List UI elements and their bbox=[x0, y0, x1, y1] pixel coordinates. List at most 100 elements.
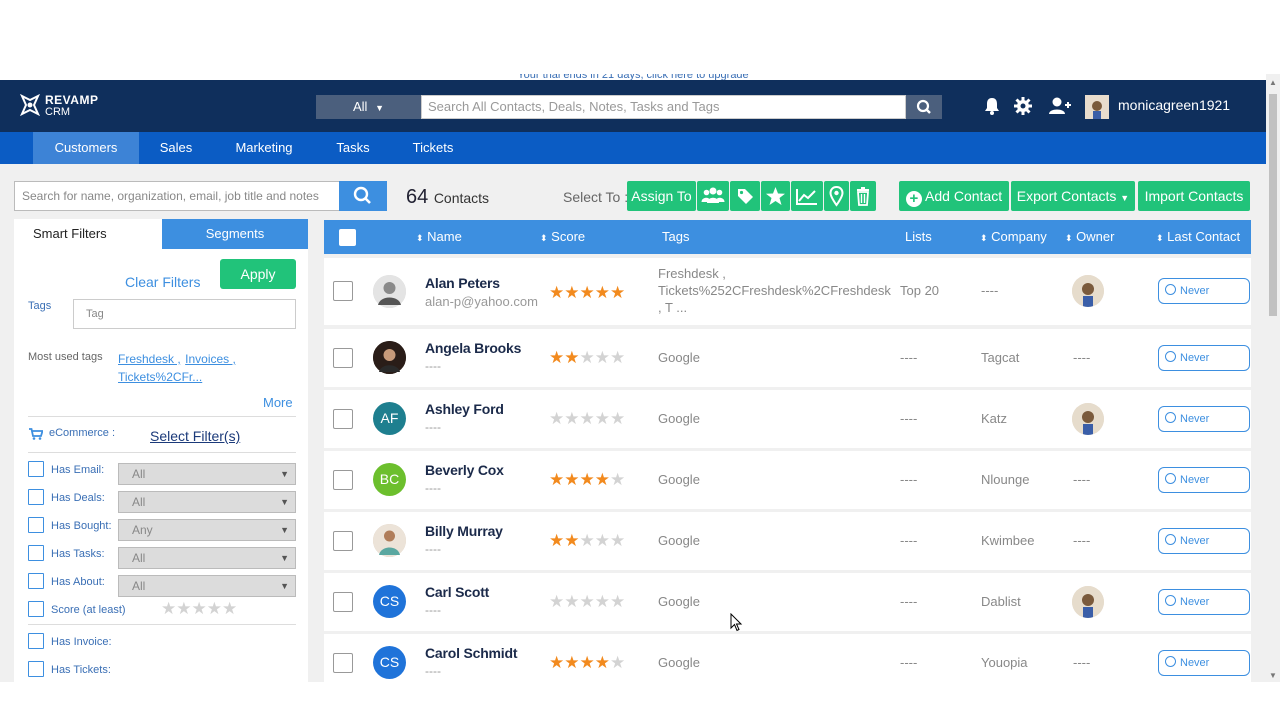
row-checkbox[interactable] bbox=[333, 409, 353, 429]
contact-email: ---- bbox=[425, 420, 441, 434]
nav-sales[interactable]: Sales bbox=[152, 132, 200, 164]
tab-smart-filters[interactable]: Smart Filters bbox=[14, 219, 161, 249]
has-bought-select[interactable]: Any ▼ bbox=[118, 519, 296, 541]
assign-to-button[interactable]: Assign To bbox=[627, 181, 696, 211]
has-tasks-checkbox[interactable] bbox=[28, 545, 44, 561]
row-checkbox[interactable] bbox=[333, 281, 353, 301]
table-row[interactable]: Alan Peters alan-p@yahoo.com ★★★★★ Fresh… bbox=[324, 258, 1251, 325]
has-deals-select[interactable]: All ▼ bbox=[118, 491, 296, 513]
more-tags-link[interactable]: More bbox=[263, 395, 293, 410]
contact-name[interactable]: Beverly Cox bbox=[425, 462, 504, 478]
last-contact-badge[interactable]: Never bbox=[1158, 406, 1250, 432]
has-email-checkbox[interactable] bbox=[28, 461, 44, 477]
contact-email: alan-p@yahoo.com bbox=[425, 294, 538, 309]
nav-customers[interactable]: Customers bbox=[33, 132, 139, 164]
last-contact-badge[interactable]: Never bbox=[1158, 467, 1250, 493]
has-invoice-checkbox[interactable] bbox=[28, 633, 44, 649]
tag-button[interactable] bbox=[730, 181, 760, 211]
global-search-button[interactable] bbox=[906, 95, 942, 119]
select-filters-link[interactable]: Select Filter(s) bbox=[150, 428, 240, 444]
table-row[interactable]: Angela Brooks ---- ★★★★★ Google ---- Tag… bbox=[324, 329, 1251, 387]
last-contact-badge[interactable]: Never bbox=[1158, 345, 1250, 371]
contact-name[interactable]: Alan Peters bbox=[425, 275, 500, 291]
sort-owner[interactable]: ⬍ Owner bbox=[1065, 220, 1114, 255]
add-user-icon[interactable] bbox=[1048, 96, 1072, 116]
bell-icon[interactable] bbox=[982, 96, 1002, 116]
page-scrollbar[interactable]: ▲ ▼ bbox=[1266, 74, 1280, 682]
contact-company: Youopia bbox=[981, 655, 1028, 670]
has-tasks-select[interactable]: All ▼ bbox=[118, 547, 296, 569]
has-tickets-checkbox[interactable] bbox=[28, 661, 44, 677]
owner-avatar[interactable] bbox=[1072, 275, 1104, 307]
user-avatar[interactable] bbox=[1085, 95, 1109, 119]
has-about-checkbox[interactable] bbox=[28, 573, 44, 589]
logo[interactable]: REVAMP CRM bbox=[18, 92, 118, 118]
row-checkbox[interactable] bbox=[333, 653, 353, 673]
scroll-down-arrow-icon[interactable]: ▼ bbox=[1269, 671, 1277, 680]
owner-avatar[interactable] bbox=[1072, 403, 1104, 435]
contact-name[interactable]: Billy Murray bbox=[425, 523, 503, 539]
search-scope-dropdown[interactable]: All ▼ bbox=[316, 95, 421, 119]
nav-marketing[interactable]: Marketing bbox=[230, 132, 298, 164]
row-checkbox[interactable] bbox=[333, 470, 353, 490]
tag-link-tickets[interactable]: Tickets%2CFr... bbox=[118, 370, 202, 384]
sort-score[interactable]: ⬍ Score bbox=[540, 220, 585, 255]
last-contact-badge[interactable]: Never bbox=[1158, 589, 1250, 615]
username[interactable]: monicagreen1921 bbox=[1118, 97, 1230, 113]
has-bought-checkbox[interactable] bbox=[28, 517, 44, 533]
favorite-button[interactable] bbox=[761, 181, 790, 211]
select-all-checkbox[interactable] bbox=[339, 229, 356, 246]
table-row[interactable]: CS Carl Scott ---- ★★★★★ Google ---- Dab… bbox=[324, 573, 1251, 632]
score-button[interactable] bbox=[791, 181, 823, 211]
owner-avatar[interactable] bbox=[1072, 586, 1104, 618]
tab-segments[interactable]: Segments bbox=[162, 219, 308, 249]
sort-icon: ⬍ bbox=[416, 233, 424, 243]
last-contact-badge[interactable]: Never bbox=[1158, 278, 1250, 304]
scrollbar-thumb[interactable] bbox=[1269, 94, 1277, 316]
import-contacts-button[interactable]: Import Contacts bbox=[1138, 181, 1250, 211]
score-filter-stars[interactable]: ★★★★★ bbox=[161, 600, 237, 617]
row-checkbox[interactable] bbox=[333, 531, 353, 551]
table-row[interactable]: CS Carol Schmidt ---- ★★★★★ Google ---- … bbox=[324, 634, 1251, 682]
sort-company[interactable]: ⬍ Company bbox=[980, 220, 1047, 255]
table-row[interactable]: BC Beverly Cox ---- ★★★★★ Google ---- Nl… bbox=[324, 451, 1251, 509]
contact-name[interactable]: Ashley Ford bbox=[425, 401, 504, 417]
has-deals-checkbox[interactable] bbox=[28, 489, 44, 505]
sort-name[interactable]: ⬍ Name bbox=[416, 220, 462, 255]
tag-input[interactable]: Tag bbox=[73, 299, 296, 329]
last-contact-badge[interactable]: Never bbox=[1158, 528, 1250, 554]
last-contact-value: Never bbox=[1180, 413, 1210, 425]
score-checkbox[interactable] bbox=[28, 601, 44, 617]
delete-button[interactable] bbox=[850, 181, 876, 211]
clear-filters-link[interactable]: Clear Filters bbox=[125, 274, 200, 290]
nav-tasks[interactable]: Tasks bbox=[332, 132, 374, 164]
has-email-label: Has Email: bbox=[51, 464, 105, 476]
tag-link-invoices[interactable]: Invoices , bbox=[185, 352, 236, 366]
row-checkbox[interactable] bbox=[333, 348, 353, 368]
location-button[interactable] bbox=[824, 181, 849, 211]
contact-name[interactable]: Angela Brooks bbox=[425, 340, 521, 356]
last-contact-badge[interactable]: Never bbox=[1158, 650, 1250, 676]
nav-tickets[interactable]: Tickets bbox=[408, 132, 458, 164]
sort-last-contact[interactable]: ⬍ Last Contact bbox=[1156, 220, 1240, 255]
group-button[interactable] bbox=[697, 181, 729, 211]
gear-icon[interactable] bbox=[1013, 96, 1033, 116]
filters-sidebar: Smart Filters Segments Clear Filters App… bbox=[14, 219, 308, 682]
has-email-select[interactable]: All ▼ bbox=[118, 463, 296, 485]
add-contact-button[interactable]: + Add Contact bbox=[899, 181, 1009, 211]
row-checkbox[interactable] bbox=[333, 592, 353, 612]
contact-name[interactable]: Carol Schmidt bbox=[425, 645, 518, 661]
has-about-select[interactable]: All ▼ bbox=[118, 575, 296, 597]
global-search-input[interactable]: Search All Contacts, Deals, Notes, Tasks… bbox=[421, 95, 906, 119]
contact-name[interactable]: Carl Scott bbox=[425, 584, 489, 600]
tag-link-freshdesk[interactable]: Freshdesk , bbox=[118, 352, 181, 366]
export-contacts-button[interactable]: Export Contacts ▼ bbox=[1011, 181, 1135, 211]
score-stars: ★★★★★ bbox=[549, 409, 626, 428]
table-row[interactable]: AF Ashley Ford ---- ★★★★★ Google ---- Ka… bbox=[324, 390, 1251, 448]
caret-down-icon: ▼ bbox=[280, 525, 289, 535]
scroll-up-arrow-icon[interactable]: ▲ bbox=[1269, 78, 1277, 87]
table-row[interactable]: Billy Murray ---- ★★★★★ Google ---- Kwim… bbox=[324, 512, 1251, 570]
contact-search-button[interactable] bbox=[339, 181, 387, 211]
apply-filters-button[interactable]: Apply bbox=[220, 259, 296, 289]
contact-search-input[interactable]: Search for name, organization, email, jo… bbox=[14, 181, 340, 211]
